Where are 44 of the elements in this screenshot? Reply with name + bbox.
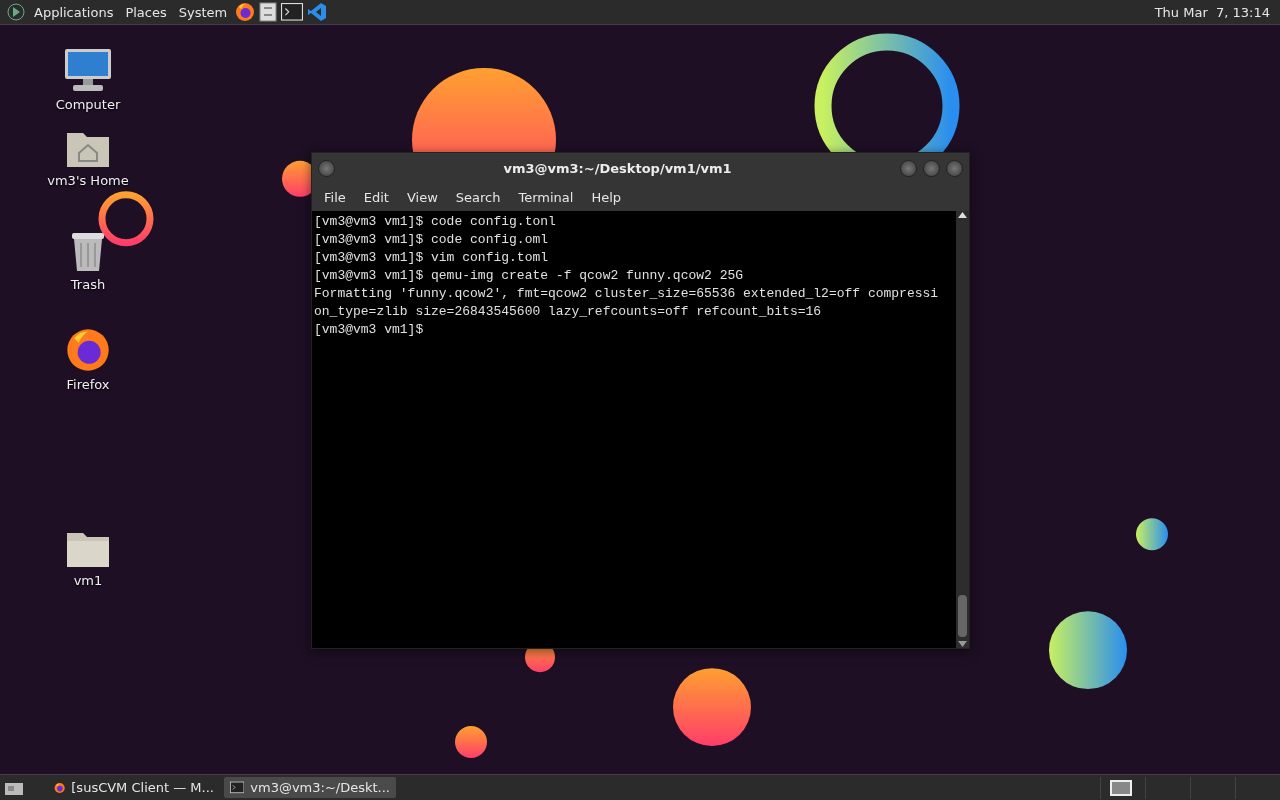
scroll-thumb[interactable] — [958, 595, 967, 637]
clock[interactable]: Thu Mar 7, 13:14 — [1150, 4, 1274, 20]
cabinet-icon[interactable] — [259, 2, 278, 22]
desktop-icon-label[interactable]: vm1 — [73, 573, 103, 588]
terminal-line: on_type=zlib size=26843545600 lazy_refcounts=off refcount_bits=16 — [314, 303, 823, 321]
menu-item[interactable]: Terminal — [510, 189, 582, 205]
panel-menu[interactable]: Places — [121, 4, 171, 20]
taskbar-button[interactable]: vm3@vm3:~/Deskt... — [224, 777, 396, 798]
scroll-up-icon[interactable] — [958, 211, 967, 218]
menu-item[interactable]: View — [398, 189, 446, 205]
terminal-line: [vm3@vm3 vm1]$ qemu-img create -f qcow2 funny.qcow2 25G — [314, 267, 745, 285]
terminal-line: [vm3@vm3 vm1]$ code config.oml — [314, 231, 550, 249]
menu-item[interactable]: Edit — [355, 189, 397, 205]
scroll-down-icon[interactable] — [958, 641, 967, 648]
menu-item[interactable]: File — [316, 189, 354, 205]
taskbar-label: [susCVM Client — M... — [71, 780, 214, 795]
panel-menu[interactable]: Applications — [30, 4, 118, 20]
scrollbar[interactable] — [956, 211, 969, 648]
taskbar-button[interactable]: [susCVM Client — M... — [48, 777, 220, 798]
terminal-line: [vm3@vm3 vm1]$ — [314, 321, 425, 339]
window-title: vm3@vm3:~/Desktop/vm1/vm1 — [502, 160, 733, 176]
desktop-icon-label[interactable]: vm3's Home — [47, 173, 129, 188]
terminal-icon — [230, 781, 245, 794]
firefox-icon — [65, 327, 111, 373]
terminal-line: Formatting 'funny.qcow2', fmt=qcow2 cluster_size=65536 extended_l2=off compressi — [314, 285, 940, 303]
panel-menu[interactable]: System — [174, 4, 232, 20]
terminal-line: [vm3@vm3 vm1]$ vim config.toml — [314, 249, 550, 267]
desktop-icon-label[interactable]: Trash — [70, 277, 106, 292]
maximize-button[interactable] — [923, 159, 940, 177]
desktop-icon-label[interactable]: Computer — [55, 97, 121, 112]
desktop-icon-label[interactable]: Firefox — [66, 377, 110, 392]
firefox-icon — [235, 2, 256, 22]
menu-item[interactable]: Search — [447, 189, 509, 205]
menu-item[interactable]: Help — [583, 189, 630, 205]
window-menu-button[interactable] — [318, 159, 335, 177]
monitor-icon — [63, 47, 113, 93]
code-editor-icon[interactable] — [307, 2, 328, 22]
play-icon[interactable] — [6, 2, 26, 22]
window-thumbnail — [1110, 779, 1132, 796]
minimize-button[interactable] — [900, 159, 917, 177]
terminal-icon — [281, 3, 304, 21]
taskbar-label: vm3@vm3:~/Deskt... — [250, 780, 390, 795]
close-button[interactable] — [946, 159, 963, 177]
terminal-line: [vm3@vm3 vm1]$ code config.tonl — [314, 213, 557, 231]
